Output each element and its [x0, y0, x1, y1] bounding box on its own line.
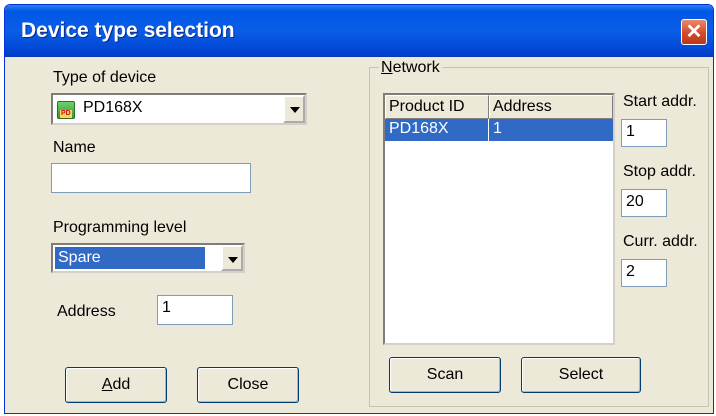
add-button[interactable]: Add: [65, 367, 167, 403]
chevron-down-icon[interactable]: [221, 245, 243, 271]
scan-button[interactable]: Scan: [389, 357, 501, 393]
table-row[interactable]: PD168X 1: [385, 119, 613, 141]
type-of-device-label: Type of device: [53, 69, 157, 86]
select-button[interactable]: Select: [521, 357, 641, 393]
add-button-mnemonic: A: [101, 376, 113, 393]
device-type-combo[interactable]: PD168X: [51, 93, 307, 125]
network-title-mnemonic: N: [381, 59, 393, 76]
column-header-address[interactable]: Address: [489, 95, 613, 119]
close-window-button[interactable]: ✕: [681, 19, 707, 45]
address-field[interactable]: 1: [157, 295, 233, 325]
network-title-label: etwork: [392, 59, 440, 76]
product-id-cell: PD168X: [389, 120, 449, 137]
name-label: Name: [53, 139, 96, 156]
stop-addr-field[interactable]: 20: [621, 189, 667, 217]
add-button-label: dd: [112, 376, 131, 393]
close-button[interactable]: Close: [197, 367, 299, 403]
device-type-dialog: Device type selection ✕ Type of device P…: [4, 4, 714, 414]
close-icon: ✕: [685, 21, 703, 43]
column-header-product-id[interactable]: Product ID: [385, 95, 489, 119]
chevron-down-icon[interactable]: [283, 95, 305, 123]
column-divider: [488, 119, 489, 141]
network-device-list[interactable]: Product ID Address PD168X 1: [383, 93, 615, 345]
network-group-title: Network: [379, 59, 442, 77]
dialog-title: Device type selection: [21, 19, 235, 42]
start-addr-label: Start addr.: [623, 93, 697, 110]
stop-addr-label: Stop addr.: [623, 163, 696, 180]
address-label: Address: [57, 303, 116, 320]
programming-level-combo[interactable]: Spare: [51, 243, 245, 273]
curr-addr-label: Curr. addr.: [623, 233, 698, 250]
title-bar[interactable]: Device type selection ✕: [5, 5, 713, 57]
start-addr-field[interactable]: 1: [621, 119, 667, 147]
programming-level-label: Programming level: [53, 219, 187, 236]
device-chip-icon: [57, 101, 75, 119]
curr-addr-field[interactable]: 2: [621, 259, 667, 287]
programming-level-value: Spare: [55, 247, 205, 269]
device-type-value: PD168X: [83, 99, 143, 116]
address-cell: 1: [493, 120, 502, 137]
name-field[interactable]: [51, 163, 251, 193]
